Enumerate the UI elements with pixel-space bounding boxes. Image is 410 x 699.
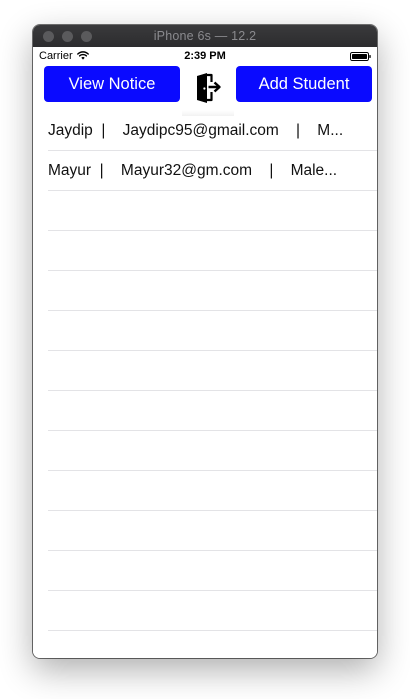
logout-door-icon [197,73,221,103]
empty-table-row [48,471,377,511]
empty-table-row [48,391,377,431]
device-screen: Carrier 2:39 PM View Notice Add Student … [33,47,377,658]
view-notice-button[interactable]: View Notice [44,66,180,102]
empty-table-row [48,431,377,471]
empty-table-row [48,591,377,631]
window-titlebar[interactable]: iPhone 6s — 12.2 [33,25,377,48]
student-row-text: Mayur | Mayur32@gm.com | Male... [48,162,338,179]
empty-table-row [48,511,377,551]
add-student-label: Add Student [258,74,350,93]
empty-table-row [48,191,377,231]
status-time: 2:39 PM [184,50,226,62]
student-table[interactable]: Jaydip | Jaydipc95@gmail.com | M... Mayu… [33,111,377,631]
empty-table-row [48,351,377,391]
simulator-window: iPhone 6s — 12.2 Carrier 2:39 PM View No… [33,25,377,658]
desktop-background: iPhone 6s — 12.2 Carrier 2:39 PM View No… [0,0,410,699]
status-bar: Carrier 2:39 PM [33,47,377,65]
empty-table-row [48,271,377,311]
view-notice-label: View Notice [68,74,156,93]
empty-table-row [48,311,377,351]
window-title: iPhone 6s — 12.2 [153,29,257,43]
table-row[interactable]: Jaydip | Jaydipc95@gmail.com | M... [48,111,377,151]
logout-button[interactable] [182,66,234,116]
empty-table-row [48,551,377,591]
empty-table-row [48,231,377,271]
table-row[interactable]: Mayur | Mayur32@gm.com | Male... [48,151,377,191]
student-row-text: Jaydip | Jaydipc95@gmail.com | M... [48,122,344,139]
battery-icon [350,52,371,61]
add-student-button[interactable]: Add Student [236,66,372,102]
